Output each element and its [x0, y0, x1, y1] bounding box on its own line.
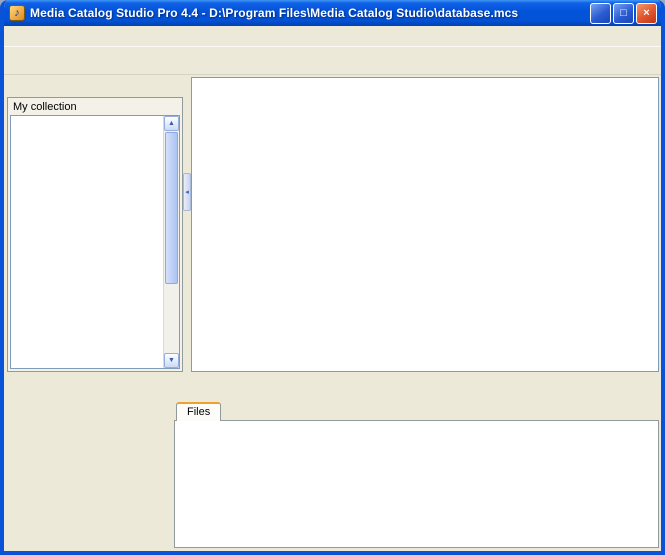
menubar — [4, 26, 661, 46]
file-list — [192, 96, 658, 371]
window-controls: _ □ × — [590, 2, 657, 24]
maximize-button[interactable]: □ — [613, 2, 634, 24]
file-list-header — [192, 78, 658, 96]
collection-panel: My collection ▲ ▼ — [7, 97, 183, 372]
files-table — [175, 439, 658, 547]
tree-scrollbar[interactable]: ▲ ▼ — [163, 116, 179, 368]
files-tabrow: Files — [174, 401, 659, 421]
tab-files[interactable]: Files — [176, 402, 222, 421]
left-panel: My collection ▲ ▼ — [7, 77, 183, 372]
scrollbar-thumb[interactable] — [165, 132, 178, 284]
close-button[interactable]: × — [636, 2, 657, 24]
files-table-header — [175, 421, 658, 439]
scroll-up-arrow-icon[interactable]: ▲ — [164, 116, 179, 131]
window-title: Media Catalog Studio Pro 4.4 - D:\Progra… — [30, 6, 519, 20]
file-list-panel — [191, 77, 659, 372]
files-table-box — [174, 420, 659, 548]
minimize-button[interactable]: _ — [590, 2, 611, 24]
app-window: ♪ Media Catalog Studio Pro 4.4 - D:\Prog… — [0, 0, 665, 555]
app-icon: ♪ — [9, 5, 25, 21]
collection-label: My collection — [13, 101, 77, 113]
toolbar — [4, 46, 661, 75]
collapse-arrow-icon[interactable]: ◂ — [183, 173, 191, 211]
playback-toolbar — [4, 374, 661, 399]
collection-tree-box: ▲ ▼ — [10, 115, 180, 369]
scroll-down-arrow-icon[interactable]: ▼ — [164, 353, 179, 368]
bottom-area: Files — [4, 399, 661, 551]
titlebar[interactable]: ♪ Media Catalog Studio Pro 4.4 - D:\Prog… — [4, 0, 661, 26]
scrollbar-track[interactable] — [164, 285, 179, 353]
item-info-panel — [8, 401, 166, 548]
left-panel-tabs — [7, 77, 183, 97]
collection-tree — [11, 116, 163, 368]
panel-splitter[interactable]: ◂ — [183, 77, 191, 372]
files-panel: Files — [174, 401, 659, 548]
main-area: My collection ▲ ▼ ◂ — [4, 75, 661, 374]
